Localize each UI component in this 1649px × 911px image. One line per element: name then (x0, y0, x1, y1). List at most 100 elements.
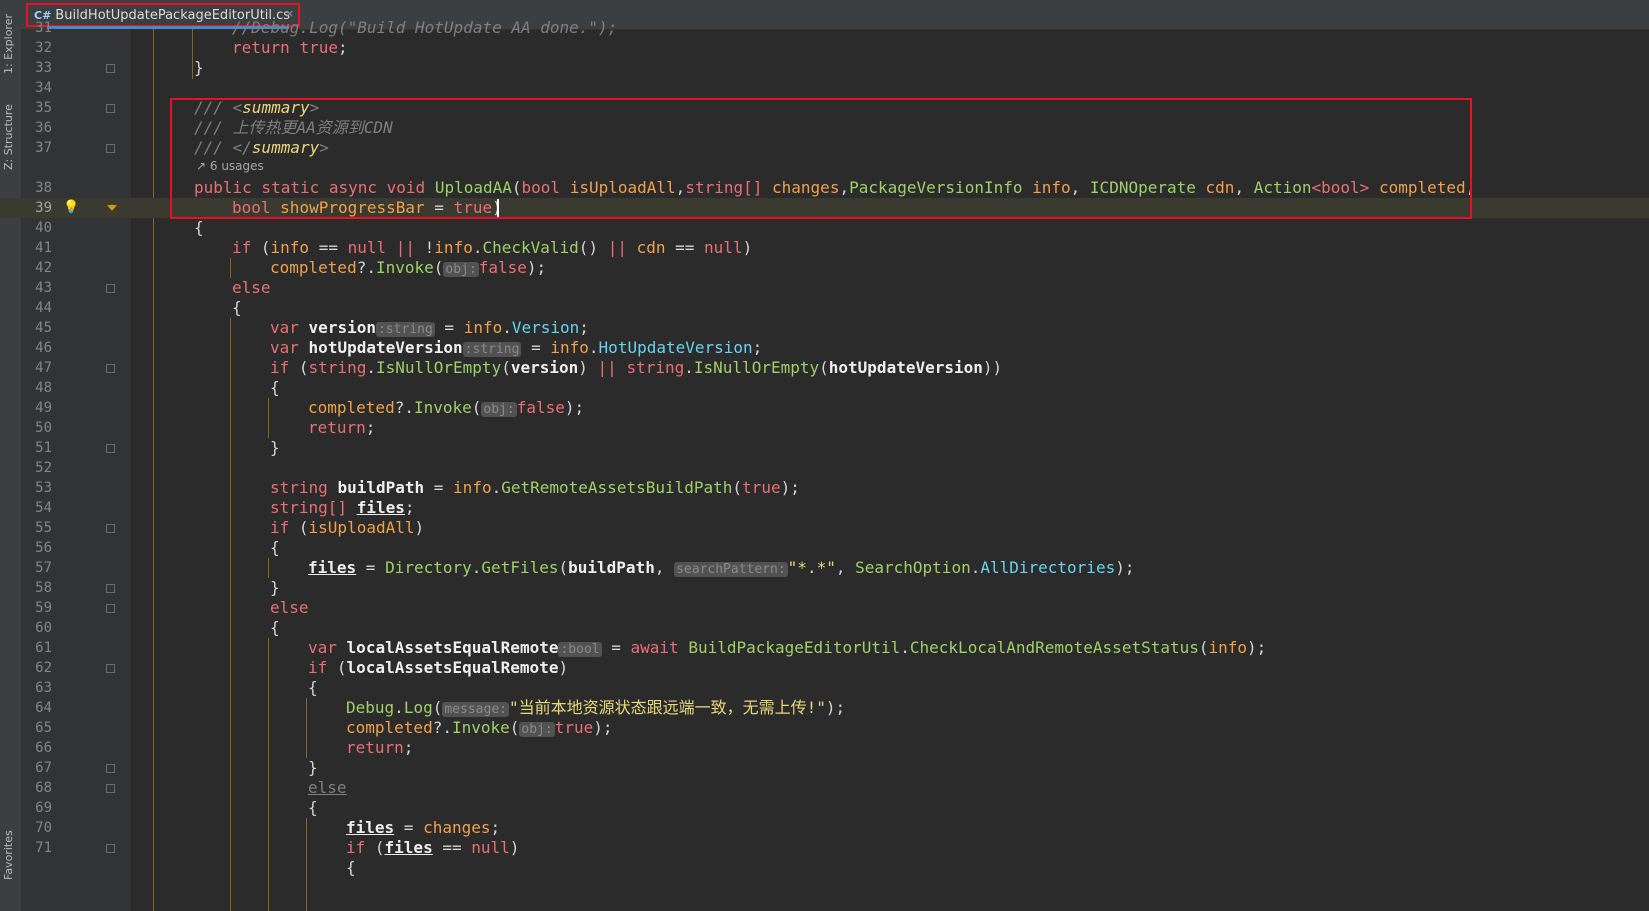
keyword: var (270, 338, 299, 357)
fold-marker-icon[interactable] (106, 844, 115, 853)
class-name: Debug (346, 698, 395, 717)
fold-marker-icon[interactable] (106, 784, 115, 793)
method-call: IsNullOrEmpty (693, 358, 820, 377)
code-line: 40 { (0, 218, 1649, 238)
local-variable: hotUpdateVersion (308, 338, 463, 357)
line-number: 34 (35, 80, 52, 96)
code-line: 49 completed?.Invoke(obj: false); (0, 398, 1649, 418)
line-number: 45 (35, 320, 52, 336)
bool-literal: false (478, 258, 527, 277)
enum-value: AllDirectories (980, 558, 1116, 577)
code-line: { (346, 858, 356, 877)
keyword: if (308, 658, 328, 677)
fold-marker-icon[interactable] (106, 284, 115, 293)
line-number: 55 (35, 520, 52, 536)
code-line: 41 if (info == null || !info.CheckValid(… (0, 238, 1649, 258)
fold-end-icon (107, 205, 117, 211)
param-hint: searchPattern: (674, 562, 788, 577)
code-line: 55 if (isUploadAll) (0, 518, 1649, 538)
method-call: CheckValid (482, 238, 579, 257)
method-call: Invoke (451, 718, 510, 737)
property: Version (511, 318, 580, 337)
line-number: 44 (35, 300, 52, 316)
bool-literal: true (299, 38, 338, 57)
code-line: 42 completed?.Invoke(obj: false); (0, 258, 1649, 278)
fold-marker-icon[interactable] (106, 584, 115, 593)
code-line: 63 { (0, 678, 1649, 698)
keyword: return (346, 738, 404, 757)
line-number: 36 (35, 120, 52, 136)
fold-marker-icon[interactable] (106, 524, 115, 533)
line-number: 68 (35, 780, 52, 796)
line-number: 57 (35, 560, 52, 576)
local-variable: localAssetsEqualRemote (346, 658, 559, 677)
method-call: GetRemoteAssetsBuildPath (501, 478, 733, 497)
line-number: 31 (35, 20, 52, 36)
fold-marker-icon[interactable] (106, 104, 115, 113)
class-name: BuildPackageEditorUtil (688, 638, 901, 657)
line-number: 56 (35, 540, 52, 556)
line-number: 69 (35, 800, 52, 816)
fold-marker-icon[interactable] (106, 64, 115, 73)
identifier: info (550, 338, 589, 357)
line-number: 43 (35, 280, 52, 296)
line-number: 32 (35, 40, 52, 56)
lightbulb-icon[interactable]: 💡 (63, 200, 79, 215)
line-number: 49 (35, 400, 52, 416)
type-hint: :string (375, 322, 435, 337)
highlight-annotation-box (170, 98, 1472, 219)
code-line: 53 string buildPath = info.GetRemoteAsse… (0, 478, 1649, 498)
line-number: 58 (35, 580, 52, 596)
fold-marker-icon[interactable] (106, 364, 115, 373)
line-number: 41 (35, 240, 52, 256)
keyword: if (232, 238, 252, 257)
fold-marker-icon[interactable] (106, 444, 115, 453)
line-number: 71 (35, 840, 52, 856)
line-number: 53 (35, 480, 52, 496)
keyword: var (270, 318, 299, 337)
fold-marker-icon[interactable] (106, 144, 115, 153)
method-call: Invoke (375, 258, 434, 277)
keyword: if (270, 358, 290, 377)
string-literal: "当前本地资源状态跟远端一致，无需上传!" (508, 698, 826, 717)
string-literal: "*.*" (787, 558, 836, 577)
line-number: 66 (35, 740, 52, 756)
local-variable: version (308, 318, 376, 337)
line-number: 52 (35, 460, 52, 476)
fold-marker-icon[interactable] (106, 604, 115, 613)
identifier: info (1208, 638, 1248, 657)
code-line: 45 var version:string = info.Version; (0, 318, 1649, 338)
line-number: 62 (35, 660, 52, 676)
local-variable: files (384, 838, 433, 857)
method-call: Invoke (413, 398, 472, 417)
method-call: CheckLocalAndRemoteAssetStatus (909, 638, 1199, 657)
code-line: 48 { (0, 378, 1649, 398)
line-number: 50 (35, 420, 52, 436)
identifier: info (434, 238, 473, 257)
code-line: 33 } (0, 58, 1649, 78)
identifier: info (453, 478, 492, 497)
code-line: 31 //Debug.Log("Build HotUpdate AA done.… (0, 18, 1649, 38)
local-variable: hotUpdateVersion (828, 358, 983, 377)
code-line: 32 return true; (0, 38, 1649, 58)
code-line: 66 return; (0, 738, 1649, 758)
line-number: 35 (35, 100, 52, 116)
method-call: IsNullOrEmpty (375, 358, 502, 377)
local-variable: localAssetsEqualRemote (346, 638, 559, 657)
keyword: else (232, 278, 271, 297)
local-variable: files (346, 818, 395, 837)
code-line: 56 { (0, 538, 1649, 558)
identifier: completed (270, 258, 357, 277)
local-variable: files (356, 498, 405, 517)
fold-marker-icon[interactable] (106, 664, 115, 673)
code-line: 59 else (0, 598, 1649, 618)
keyword-redundant: else (308, 778, 347, 797)
line-number: 61 (35, 640, 52, 656)
code-line: 69 { (0, 798, 1649, 818)
line-number: 37 (35, 140, 52, 156)
fold-marker-icon[interactable] (106, 764, 115, 773)
keyword: var (308, 638, 337, 657)
line-number: 39 (35, 200, 52, 216)
code-line: 64 Debug.Log(message: "当前本地资源状态跟远端一致，无需上传… (0, 698, 1649, 718)
bool-literal: true (742, 478, 781, 497)
